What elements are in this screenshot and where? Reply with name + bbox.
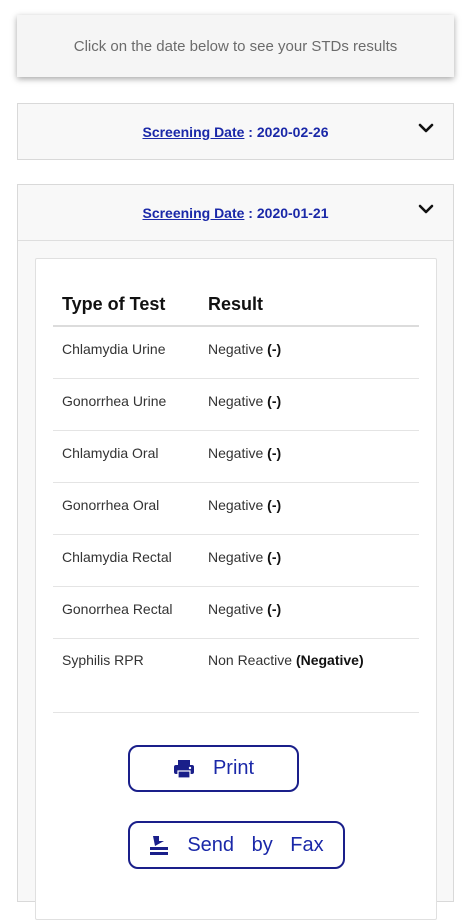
send-by-fax-button[interactable]: Send by Fax	[128, 821, 345, 869]
screening-header-2[interactable]: Screening Date : 2020-01-21	[18, 185, 453, 241]
test-name: Gonorrhea Oral	[62, 496, 160, 513]
screening-date-label[interactable]: Screening Date	[142, 205, 244, 221]
table-row: Gonorrhea Urine Negative (-)	[53, 379, 419, 431]
screening-date-value: 2020-01-21	[256, 204, 329, 221]
test-name: Chlamydia Oral	[62, 444, 159, 461]
screening-accordion-2[interactable]: Screening Date : 2020-01-21 Type of Test…	[17, 184, 454, 920]
test-result: Negative (-)	[208, 340, 282, 357]
test-result: Negative (-)	[208, 444, 282, 461]
instruction-banner: Click on the date below to see your STDs…	[17, 15, 454, 77]
screening-date-label[interactable]: Screening Date	[142, 124, 244, 140]
table-row: Gonorrhea Rectal Negative (-)	[53, 587, 419, 639]
header-result: Result	[208, 293, 264, 314]
fax-label: Send by Fax	[187, 833, 324, 856]
test-result: Negative (-)	[208, 392, 282, 409]
table-row: Syphilis RPR Non Reactive (Negative)	[53, 639, 419, 713]
test-name: Chlamydia Urine	[62, 340, 166, 357]
results-card: Type of Test Result Chlamydia Urine Nega…	[35, 258, 437, 920]
test-result: Negative (-)	[208, 600, 282, 617]
table-row: Chlamydia Rectal Negative (-)	[53, 535, 419, 587]
test-name: Gonorrhea Rectal	[62, 600, 173, 617]
test-name: Chlamydia Rectal	[62, 548, 172, 565]
test-result: Negative (-)	[208, 548, 282, 565]
results-table: Type of Test Result Chlamydia Urine Nega…	[53, 283, 419, 713]
header-type-of-test: Type of Test	[62, 293, 166, 314]
table-header: Type of Test Result	[53, 283, 419, 327]
print-label: Print	[212, 757, 255, 779]
test-name: Syphilis RPR	[62, 651, 144, 668]
fax-icon	[150, 836, 169, 855]
screening-separator: :	[244, 123, 257, 140]
table-row: Gonorrhea Oral Negative (-)	[53, 483, 419, 535]
table-row: Chlamydia Urine Negative (-)	[53, 327, 419, 379]
chevron-down-icon[interactable]	[417, 200, 435, 218]
instruction-text: Click on the date below to see your STDs…	[73, 37, 398, 55]
chevron-down-icon[interactable]	[417, 119, 435, 137]
table-row: Chlamydia Oral Negative (-)	[53, 431, 419, 483]
test-name: Gonorrhea Urine	[62, 392, 167, 409]
test-result: Non Reactive (Negative)	[208, 651, 364, 668]
screening-accordion-1[interactable]: Screening Date : 2020-02-26	[17, 103, 454, 160]
screening-date-value: 2020-02-26	[256, 123, 329, 140]
screening-separator: :	[244, 204, 257, 221]
screening-header-1[interactable]: Screening Date : 2020-02-26	[18, 104, 453, 159]
test-result: Negative (-)	[208, 496, 282, 513]
print-button[interactable]: Print	[128, 745, 299, 792]
printer-icon	[173, 759, 194, 779]
